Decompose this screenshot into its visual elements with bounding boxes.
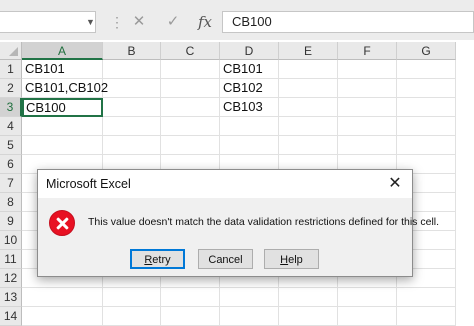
cell-g5[interactable] xyxy=(397,136,456,155)
cell-c13[interactable] xyxy=(161,288,220,307)
error-icon xyxy=(49,210,75,236)
row-header-6[interactable]: 6 xyxy=(0,155,22,174)
cell-d3[interactable]: CB103 xyxy=(220,98,279,117)
cell-e5[interactable] xyxy=(279,136,338,155)
formula-bar: ▼ ⋮ ✕ ✓ fx CB100 xyxy=(0,0,474,40)
cell-e14[interactable] xyxy=(279,307,338,326)
help-button[interactable]: Help xyxy=(264,249,319,269)
cell-b13[interactable] xyxy=(103,288,161,307)
cell-g2[interactable] xyxy=(397,79,456,98)
cell-c3[interactable] xyxy=(161,98,220,117)
cell-a2[interactable]: CB101,CB102 xyxy=(22,79,108,98)
cell-g13[interactable] xyxy=(397,288,456,307)
cell-c2[interactable] xyxy=(161,79,220,98)
cell-d14[interactable] xyxy=(220,307,279,326)
cell-c5[interactable] xyxy=(161,136,220,155)
column-header-f[interactable]: F xyxy=(338,42,397,60)
cell-f2[interactable] xyxy=(338,79,397,98)
cell-b1[interactable] xyxy=(103,60,161,79)
cell-c14[interactable] xyxy=(161,307,220,326)
cell-b2[interactable] xyxy=(103,79,161,98)
row-header-14[interactable]: 14 xyxy=(0,307,22,326)
cell-c4[interactable] xyxy=(161,117,220,136)
column-header-a[interactable]: A xyxy=(22,42,103,60)
row-header-13[interactable]: 13 xyxy=(0,288,22,307)
cell-b4[interactable] xyxy=(103,117,161,136)
cell-d2[interactable]: CB102 xyxy=(220,79,279,98)
cell-a13[interactable] xyxy=(22,288,103,307)
cell-g1[interactable] xyxy=(397,60,456,79)
cell-e1[interactable] xyxy=(279,60,338,79)
column-header-g[interactable]: G xyxy=(397,42,456,60)
column-header-d[interactable]: D xyxy=(220,42,279,60)
insert-function-icon[interactable]: fx xyxy=(194,12,216,32)
row-header-11[interactable]: 11 xyxy=(0,250,22,269)
cell-e13[interactable] xyxy=(279,288,338,307)
cell-b5[interactable] xyxy=(103,136,161,155)
cell-b3[interactable] xyxy=(103,98,161,117)
cell-f1[interactable] xyxy=(338,60,397,79)
row-header-4[interactable]: 4 xyxy=(0,117,22,136)
row-header-1[interactable]: 1 xyxy=(0,60,22,79)
cancel-button[interactable]: Cancel xyxy=(198,249,253,269)
cell-f14[interactable] xyxy=(338,307,397,326)
cell-b14[interactable] xyxy=(103,307,161,326)
retry-button[interactable]: Retry xyxy=(130,249,185,269)
row-header-7[interactable]: 7 xyxy=(0,174,22,193)
name-box-dropdown-icon[interactable]: ▼ xyxy=(86,17,95,27)
cell-g4[interactable] xyxy=(397,117,456,136)
cell-f13[interactable] xyxy=(338,288,397,307)
formula-input[interactable]: CB100 xyxy=(222,11,474,33)
cell-d5[interactable] xyxy=(220,136,279,155)
cell-a4[interactable] xyxy=(22,117,103,136)
column-header-b[interactable]: B xyxy=(103,42,161,60)
row-header-3[interactable]: 3 xyxy=(0,98,22,117)
dialog-titlebar: Microsoft Excel ✕ xyxy=(38,170,412,198)
column-header-e[interactable]: E xyxy=(279,42,338,60)
row-header-8[interactable]: 8 xyxy=(0,193,22,212)
row-header-5[interactable]: 5 xyxy=(0,136,22,155)
cell-d1[interactable]: CB101 xyxy=(220,60,279,79)
dialog-message: This value doesn't match the data valida… xyxy=(88,216,440,228)
dialog-title: Microsoft Excel xyxy=(46,177,131,191)
cell-d4[interactable] xyxy=(220,117,279,136)
cell-f3[interactable] xyxy=(338,98,397,117)
formula-bar-grip-icon: ⋮ xyxy=(110,14,124,30)
cell-f5[interactable] xyxy=(338,136,397,155)
cell-a5[interactable] xyxy=(22,136,103,155)
cancel-formula-icon[interactable]: ✕ xyxy=(128,12,150,32)
cell-e3[interactable] xyxy=(279,98,338,117)
row-header-9[interactable]: 9 xyxy=(0,212,22,231)
select-all-button[interactable] xyxy=(0,42,22,60)
enter-formula-icon[interactable]: ✓ xyxy=(162,12,184,32)
row-header-2[interactable]: 2 xyxy=(0,79,22,98)
column-header-c[interactable]: C xyxy=(161,42,220,60)
validation-error-dialog: Microsoft Excel ✕ This value doesn't mat… xyxy=(37,169,439,277)
cell-c1[interactable] xyxy=(161,60,220,79)
cell-e4[interactable] xyxy=(279,117,338,136)
cell-g3[interactable] xyxy=(397,98,456,117)
cell-f4[interactable] xyxy=(338,117,397,136)
cell-a1[interactable]: CB101 xyxy=(22,60,103,79)
cell-a3[interactable]: CB100 xyxy=(22,98,103,117)
cell-d13[interactable] xyxy=(220,288,279,307)
cell-g14[interactable] xyxy=(397,307,456,326)
cell-e2[interactable] xyxy=(279,79,338,98)
row-header-12[interactable]: 12 xyxy=(0,269,22,288)
cell-a14[interactable] xyxy=(22,307,103,326)
name-box[interactable] xyxy=(0,11,96,33)
close-icon[interactable]: ✕ xyxy=(378,170,412,198)
row-header-10[interactable]: 10 xyxy=(0,231,22,250)
select-all-icon xyxy=(9,47,18,56)
